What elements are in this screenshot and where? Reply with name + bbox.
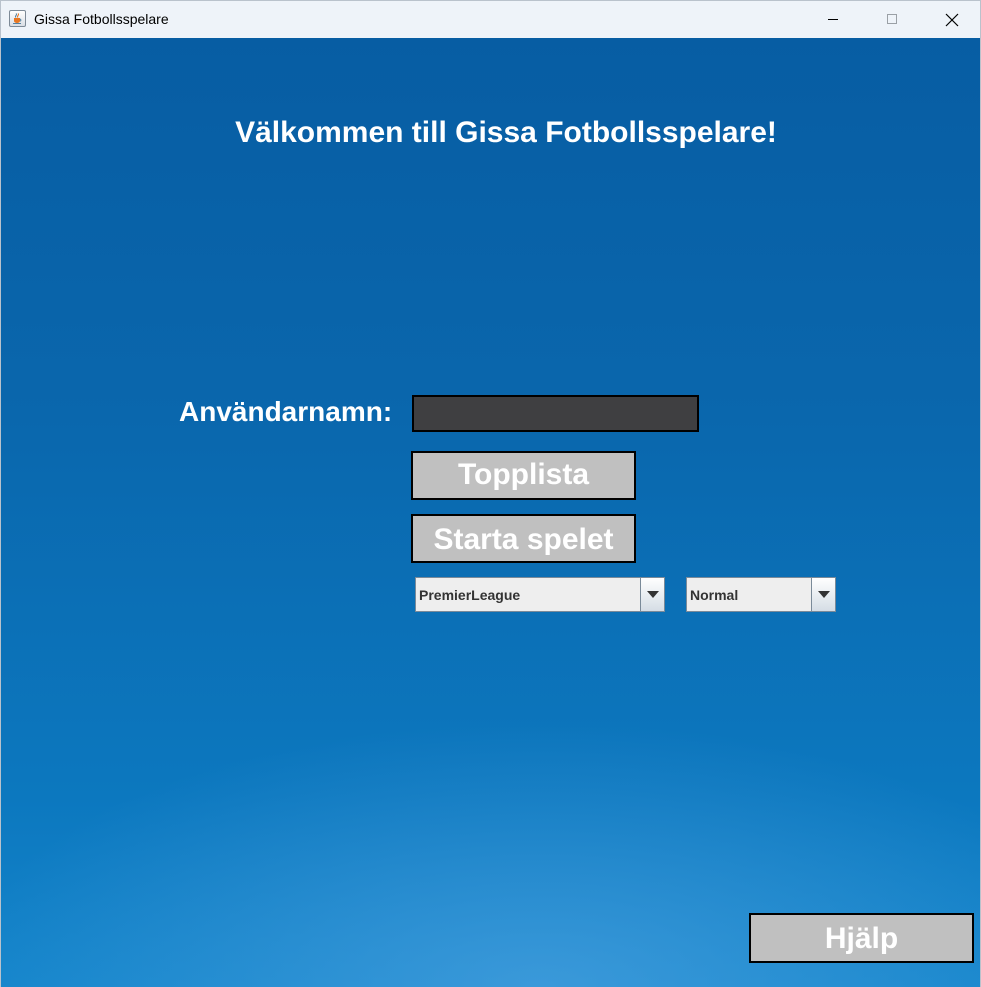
triangle-down-icon <box>647 591 659 598</box>
close-button[interactable] <box>928 1 974 38</box>
title-bar[interactable]: Gissa Fotbollsspelare <box>1 1 980 38</box>
maximize-icon <box>887 14 897 24</box>
minimize-icon <box>828 19 838 20</box>
triangle-down-icon <box>818 591 830 598</box>
help-button[interactable]: Hjälp <box>749 913 974 963</box>
welcome-heading: Välkommen till Gissa Fotbollsspelare! <box>235 116 777 149</box>
difficulty-dropdown[interactable]: Normal <box>686 577 836 612</box>
league-dropdown[interactable]: PremierLeague <box>415 577 665 612</box>
close-icon <box>945 13 959 27</box>
topplista-button[interactable]: Topplista <box>411 451 636 500</box>
start-game-button[interactable]: Starta spelet <box>411 514 636 563</box>
main-panel: Välkommen till Gissa Fotbollsspelare! An… <box>1 38 980 987</box>
league-selected-value: PremierLeague <box>419 587 521 603</box>
difficulty-selected-value: Normal <box>690 587 739 603</box>
difficulty-dropdown-arrow[interactable] <box>811 578 835 611</box>
username-input[interactable] <box>412 395 699 432</box>
username-label: Användarnamn: <box>179 396 393 427</box>
window-title: Gissa Fotbollsspelare <box>34 11 169 27</box>
maximize-button[interactable] <box>869 1 915 38</box>
java-cup-icon <box>9 10 26 27</box>
app-window: Gissa Fotbollsspelare Välkommen till Gis… <box>0 0 981 987</box>
league-dropdown-arrow[interactable] <box>640 578 664 611</box>
minimize-button[interactable] <box>810 1 856 38</box>
